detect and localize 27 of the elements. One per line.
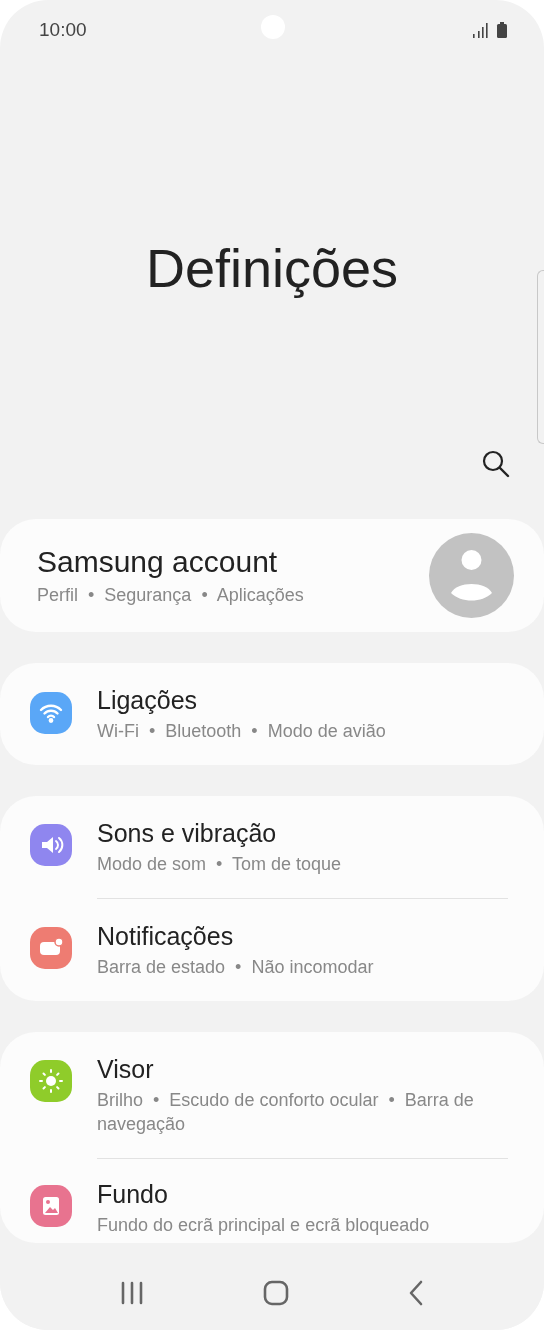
signal-battery-icon	[473, 21, 507, 39]
settings-item[interactable]: Fundo Fundo do ecrã principal e ecrã bloqueado	[0, 1159, 544, 1243]
settings-item[interactable]: Notificações Barra de estado • Não incomodar	[0, 899, 544, 1001]
item-subtitle: Fundo do ecrã principal e ecrã bloqueado	[97, 1214, 431, 1237]
edge-panel-handle[interactable]	[537, 270, 544, 444]
settings-item[interactable]: Ligações Wi-Fi • Bluetooth • Modo de avião	[0, 663, 544, 765]
item-title: Fundo	[97, 1179, 169, 1209]
item-title: Sons e vibração	[97, 818, 278, 848]
account-title: Samsung account	[37, 544, 279, 579]
status-time: 10:00	[39, 19, 87, 41]
page-title: Definições	[145, 237, 399, 299]
back-button[interactable]	[408, 1280, 425, 1306]
item-subtitle: Brilho • Escudo de conforto ocular • Barra de navegação	[97, 1089, 475, 1136]
account-card[interactable]: Samsung account Perfil • Segurança • Aplicações	[0, 519, 544, 632]
account-subtitle: Perfil • Segurança • Aplicações	[37, 583, 304, 607]
home-button[interactable]	[263, 1280, 289, 1306]
recent-apps-button[interactable]	[119, 1281, 144, 1305]
item-title: Notificações	[97, 921, 235, 951]
search-button[interactable]	[481, 449, 511, 479]
settings-item[interactable]: Visor Brilho • Escudo de conforto ocular • Barra de navegação	[0, 1032, 544, 1158]
item-subtitle: Barra de estado • Não incomodar	[97, 956, 375, 979]
avatar-icon	[429, 533, 514, 618]
item-subtitle: Modo de som • Tom de toque	[97, 853, 343, 876]
item-title: Visor	[97, 1054, 155, 1084]
settings-item[interactable]: Sons e vibração Modo de som • Tom de toque	[0, 796, 544, 898]
item-title: Ligações	[97, 685, 199, 715]
item-subtitle: Wi-Fi • Bluetooth • Modo de avião	[97, 720, 387, 743]
